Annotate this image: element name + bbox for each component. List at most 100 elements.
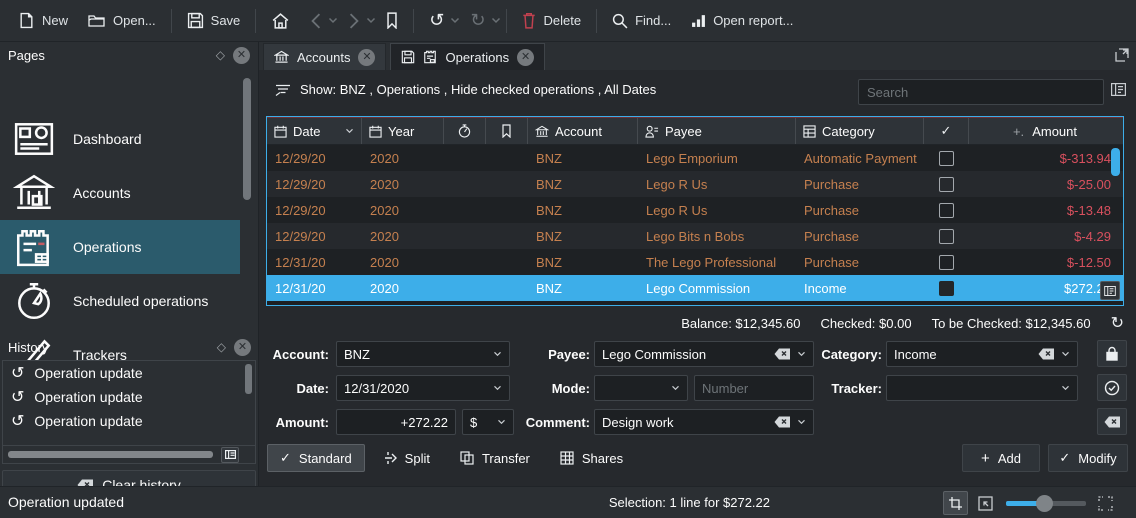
comment-combobox[interactable]: Design work — [594, 409, 814, 435]
standard-mode-button[interactable]: ✓ Standard — [267, 444, 365, 472]
toolbar-separator — [255, 9, 256, 33]
cell-checked[interactable] — [924, 203, 969, 218]
account-combobox[interactable]: BNZ — [336, 341, 510, 367]
sidebar-item-operations[interactable]: Operations — [0, 220, 240, 274]
close-dock-icon[interactable]: ✕ — [234, 339, 251, 356]
table-row[interactable]: 12/29/20 2020 BNZ Lego R Us Purchase $-2… — [267, 171, 1123, 197]
checkbox[interactable] — [939, 229, 954, 244]
search-config-icon[interactable] — [1111, 83, 1126, 96]
column-header-amount[interactable]: +. Amount — [969, 118, 1123, 144]
validate-button[interactable] — [1097, 374, 1127, 401]
undo-button[interactable]: ↺ — [419, 1, 454, 41]
table-row-selected[interactable]: 12/31/20 2020 BNZ Lego Commission Income… — [267, 275, 1123, 301]
float-dock-icon[interactable]: ◇ — [217, 340, 226, 354]
split-mode-button[interactable]: Split — [371, 444, 442, 472]
sidebar-item-accounts[interactable]: Accounts — [0, 166, 240, 220]
zoom-original-button[interactable] — [973, 491, 998, 515]
detach-window-icon[interactable] — [1114, 47, 1130, 63]
category-combobox[interactable]: Income — [886, 341, 1078, 367]
sidebar-item-dashboard[interactable]: Dashboard — [0, 112, 240, 166]
history-item[interactable]: ↺ Operation update — [3, 409, 255, 433]
column-header-date[interactable]: Date — [267, 118, 362, 144]
cell-checked[interactable] — [924, 151, 969, 166]
tab-operations[interactable]: Operations ✕ — [390, 43, 545, 70]
checkbox[interactable] — [939, 177, 954, 192]
cell-category: Income — [796, 281, 924, 296]
zoom-fit-button[interactable] — [943, 491, 968, 515]
number-field[interactable] — [694, 375, 814, 401]
add-button[interactable]: + Add — [962, 444, 1040, 472]
home-button[interactable] — [261, 1, 300, 41]
pages-scrollbar[interactable] — [243, 78, 251, 200]
cell-checked[interactable] — [924, 229, 969, 244]
table-scrollbar[interactable] — [1111, 148, 1120, 176]
clear-icon[interactable] — [774, 348, 791, 360]
table-config-button[interactable] — [1100, 281, 1120, 300]
column-header-year[interactable]: Year — [362, 118, 444, 144]
find-button[interactable]: Find... — [602, 1, 681, 41]
table-row[interactable]: 12/29/20 2020 BNZ Lego R Us Purchase $-1… — [267, 197, 1123, 223]
clear-icon[interactable] — [1038, 348, 1055, 360]
modify-button[interactable]: ✓ Modify — [1048, 444, 1128, 472]
column-header-schedule[interactable] — [444, 118, 486, 144]
save-icon — [401, 50, 415, 64]
refresh-icon[interactable]: ↻ — [1111, 313, 1124, 333]
sidebar-item-scheduled-operations[interactable]: Scheduled operations — [0, 274, 240, 328]
open-report-button[interactable]: Open report... — [681, 1, 803, 41]
undo-dropdown-icon[interactable] — [450, 17, 460, 24]
tab-close-icon[interactable]: ✕ — [358, 49, 375, 66]
fullscreen-button[interactable] — [1093, 491, 1118, 515]
delete-button[interactable]: Delete — [512, 1, 591, 41]
open-button[interactable]: Open... — [78, 1, 166, 41]
transfer-mode-button[interactable]: Transfer — [448, 444, 542, 472]
amount-input[interactable] — [344, 410, 448, 434]
tab-accounts[interactable]: Accounts ✕ — [263, 43, 386, 70]
history-item[interactable]: ↺ Operation update — [3, 361, 255, 385]
checkbox-checked[interactable] — [939, 281, 954, 296]
save-button[interactable]: Save — [177, 1, 251, 41]
column-header-bookmark[interactable] — [486, 118, 528, 144]
table-rows: 12/29/20 2020 BNZ Lego Emporium Automati… — [267, 145, 1123, 303]
column-header-checked[interactable]: ✓ — [924, 118, 969, 144]
number-input[interactable] — [702, 376, 806, 400]
table-row[interactable]: 12/29/20 2020 BNZ Lego Bits n Bobs Purch… — [267, 223, 1123, 249]
mode-combobox[interactable] — [594, 375, 688, 401]
shares-mode-button[interactable]: Shares — [548, 444, 635, 472]
filter-icon[interactable] — [275, 83, 291, 97]
cell-checked[interactable] — [924, 177, 969, 192]
amount-field[interactable] — [336, 409, 456, 435]
freeze-button[interactable] — [1097, 340, 1127, 367]
back-dropdown-icon[interactable] — [328, 17, 338, 24]
bookmark-button[interactable] — [376, 1, 408, 41]
table-row[interactable]: 12/31/20 2020 BNZ The Lego Professional … — [267, 249, 1123, 275]
fast-edit-button[interactable] — [1097, 408, 1127, 435]
clear-icon[interactable] — [774, 416, 791, 428]
float-dock-icon[interactable]: ◇ — [216, 48, 225, 62]
checkbox[interactable] — [939, 151, 954, 166]
cell-checked[interactable] — [924, 255, 969, 270]
history-hscrollbar[interactable] — [8, 451, 213, 458]
table-row[interactable]: 12/29/20 2020 BNZ Lego Emporium Automati… — [267, 145, 1123, 171]
tab-close-icon[interactable]: ✕ — [517, 49, 534, 66]
list-config-button[interactable] — [221, 447, 239, 463]
column-header-category[interactable]: Category — [796, 118, 924, 144]
history-item[interactable]: ↺ Operation update — [3, 385, 255, 409]
cell-checked[interactable] — [924, 281, 969, 296]
redo-dropdown-icon[interactable] — [491, 17, 501, 24]
column-header-payee[interactable]: Payee — [638, 118, 796, 144]
search-input[interactable] — [858, 79, 1104, 105]
payee-combobox[interactable]: Lego Commission — [594, 341, 814, 367]
zoom-slider[interactable] — [1006, 501, 1086, 506]
redo-button[interactable]: ↻ — [460, 1, 495, 41]
checkbox[interactable] — [939, 255, 954, 270]
unit-combobox[interactable]: $ — [462, 409, 514, 435]
history-scrollbar[interactable] — [245, 364, 252, 394]
checkbox[interactable] — [939, 203, 954, 218]
zoom-slider-knob[interactable] — [1036, 495, 1053, 512]
column-header-account[interactable]: Account — [528, 118, 638, 144]
new-button[interactable]: New — [8, 1, 78, 41]
date-combobox[interactable]: 12/31/2020 — [336, 375, 510, 401]
close-dock-icon[interactable]: ✕ — [233, 47, 250, 64]
forward-dropdown-icon[interactable] — [366, 17, 376, 24]
tracker-combobox[interactable] — [886, 375, 1078, 401]
